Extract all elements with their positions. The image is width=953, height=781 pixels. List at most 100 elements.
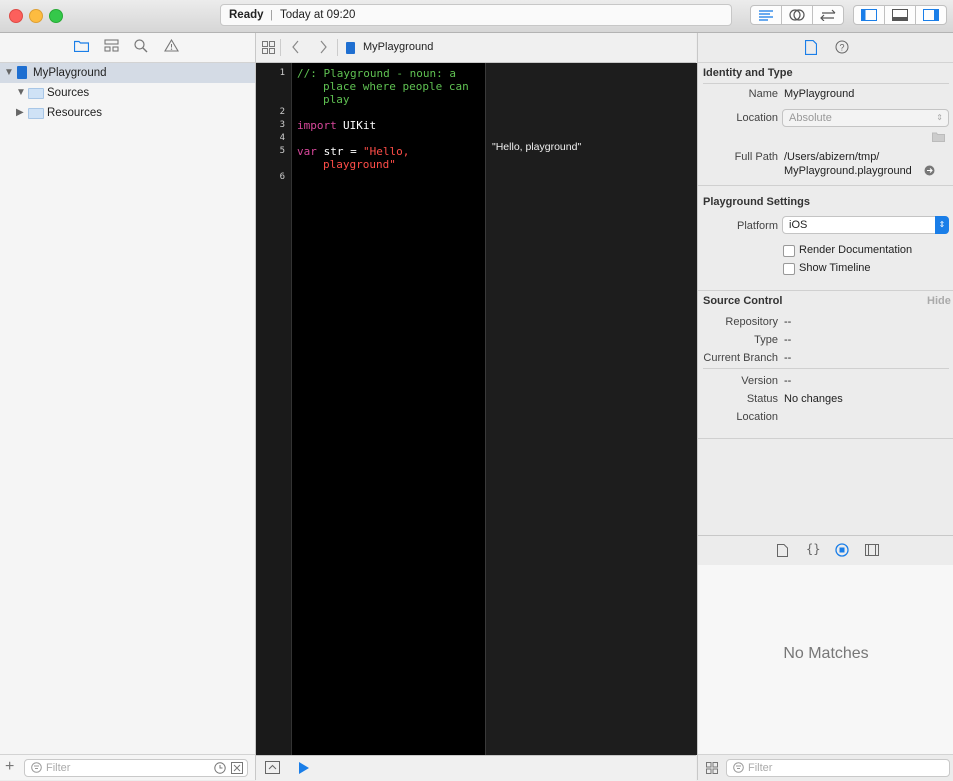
assistant-editor-button[interactable] (781, 5, 813, 25)
location-label: Location (736, 112, 778, 124)
hide-debug-area-icon[interactable] (265, 761, 280, 777)
film-icon (865, 544, 879, 556)
sc-location-label: Location (736, 411, 778, 423)
file-inspector-tab[interactable] (804, 39, 818, 58)
run-playground-icon[interactable] (298, 761, 310, 778)
results-sidebar: "Hello, playground" (485, 63, 697, 755)
name-value[interactable]: MyPlayground (784, 88, 854, 100)
choose-folder-icon[interactable] (932, 132, 945, 145)
add-icon[interactable]: + (5, 758, 14, 776)
divider (698, 185, 953, 186)
filter-icon (733, 762, 744, 778)
back-arrow-icon[interactable] (291, 40, 300, 57)
disclosure-open-icon[interactable]: ▼ (4, 63, 14, 83)
file-icon (777, 544, 788, 557)
version-value: -- (784, 375, 792, 387)
tree-item-label: Resources (47, 107, 102, 119)
tree-item-resources[interactable]: ▶ Resources (0, 103, 255, 123)
project-row[interactable]: ▼ MyPlayground (0, 63, 255, 83)
search-icon (134, 39, 148, 53)
status-time-text: Today at 09:20 (280, 9, 356, 21)
standard-editor-button[interactable] (750, 5, 782, 25)
debug-bar (256, 755, 696, 781)
file-icon (804, 39, 818, 56)
file-template-library-tab[interactable] (777, 544, 788, 560)
warning-icon (164, 38, 179, 52)
platform-select[interactable]: iOS ⇕ (782, 216, 949, 234)
status-label: Status (746, 393, 778, 405)
type-value: -- (784, 334, 792, 346)
unsaved-files-icon[interactable] (231, 762, 243, 779)
hide-section-button[interactable]: Hide (927, 295, 951, 307)
version-editor-button[interactable] (812, 5, 844, 25)
help-icon: ? (835, 40, 849, 54)
code-comment: place where people can (323, 80, 469, 93)
quick-help-tab[interactable]: ? (835, 40, 849, 57)
current-branch-value: -- (784, 352, 792, 364)
minimize-window-button[interactable] (29, 9, 43, 23)
code-snippet-library-tab[interactable]: {} (806, 542, 820, 556)
location-select[interactable]: Absolute ⇕ (782, 109, 949, 127)
debug-panel-icon (892, 9, 908, 21)
version-label: Version (741, 375, 778, 387)
source-editor: MyPlayground 1 2 3 4 5 6 //: Playground … (256, 33, 697, 781)
result-value[interactable]: "Hello, playground" (492, 141, 581, 153)
media-library-tab[interactable] (865, 544, 879, 559)
full-path-label: Full Path (734, 151, 778, 163)
navigator-panel-icon (861, 9, 877, 21)
divider (280, 39, 281, 56)
forward-arrow-icon[interactable] (319, 40, 328, 57)
code-string: playground" (323, 158, 396, 171)
utilities-inspector: ? Identity and Type Name MyPlayground Lo… (697, 33, 953, 780)
object-icon (835, 543, 849, 557)
tree-item-label: Sources (47, 87, 90, 99)
toggle-inspector-button[interactable] (915, 5, 947, 25)
filter-icon (31, 762, 42, 778)
breadcrumb[interactable]: MyPlayground (363, 41, 433, 53)
jump-bar: MyPlayground (256, 33, 696, 63)
library-filter-input[interactable]: Filter (726, 759, 950, 777)
no-matches-text: No Matches (783, 645, 869, 662)
assistant-editor-icon (789, 9, 805, 21)
code-area[interactable]: //: Playground - noun: a place where peo… (256, 63, 485, 755)
playground-file-icon (346, 42, 355, 54)
navigator-filter-bar: + Filter (0, 754, 255, 781)
show-timeline-checkbox[interactable] (783, 263, 795, 275)
library-filter-bar: Filter (698, 754, 953, 781)
folder-icon (28, 88, 44, 99)
close-window-button[interactable] (9, 9, 23, 23)
symbol-navigator-tab[interactable] (104, 39, 119, 55)
related-items-icon[interactable] (262, 41, 275, 57)
project-navigator-tab[interactable] (73, 39, 90, 55)
inspector-tabs: ? (698, 33, 953, 63)
tree-item-sources[interactable]: ▼ Sources (0, 83, 255, 103)
name-label: Name (748, 88, 778, 100)
divider (698, 438, 953, 439)
toggle-navigator-button[interactable] (853, 5, 885, 25)
zoom-window-button[interactable] (49, 9, 63, 23)
full-path-line1: /Users/abizern/tmp/ (784, 151, 880, 163)
disclosure-open-icon[interactable]: ▼ (16, 83, 26, 103)
render-documentation-checkbox[interactable] (783, 245, 795, 257)
show-timeline-label: Show Timeline (799, 262, 871, 274)
standard-editor-icon (759, 10, 773, 21)
playground-settings-header: Playground Settings (703, 196, 810, 208)
grid-view-icon[interactable] (706, 762, 718, 777)
disclosure-closed-icon[interactable]: ▶ (16, 103, 24, 123)
issue-navigator-tab[interactable] (164, 38, 179, 55)
code-comment: play (323, 93, 350, 106)
type-label: Type (754, 334, 778, 346)
navigator-filter-input[interactable]: Filter (24, 759, 248, 777)
platform-value: iOS (789, 219, 808, 231)
repository-value: -- (784, 316, 792, 328)
recent-files-icon[interactable] (214, 762, 226, 779)
navigator-tabs (0, 33, 255, 63)
identity-header: Identity and Type (703, 67, 793, 79)
reveal-in-finder-icon[interactable] (924, 165, 935, 179)
playground-file-icon (17, 66, 27, 79)
find-navigator-tab[interactable] (134, 39, 148, 56)
render-documentation-label: Render Documentation (799, 244, 913, 256)
location-value: Absolute (789, 112, 832, 124)
object-library-tab[interactable] (835, 543, 849, 560)
toggle-debug-area-button[interactable] (884, 5, 916, 25)
